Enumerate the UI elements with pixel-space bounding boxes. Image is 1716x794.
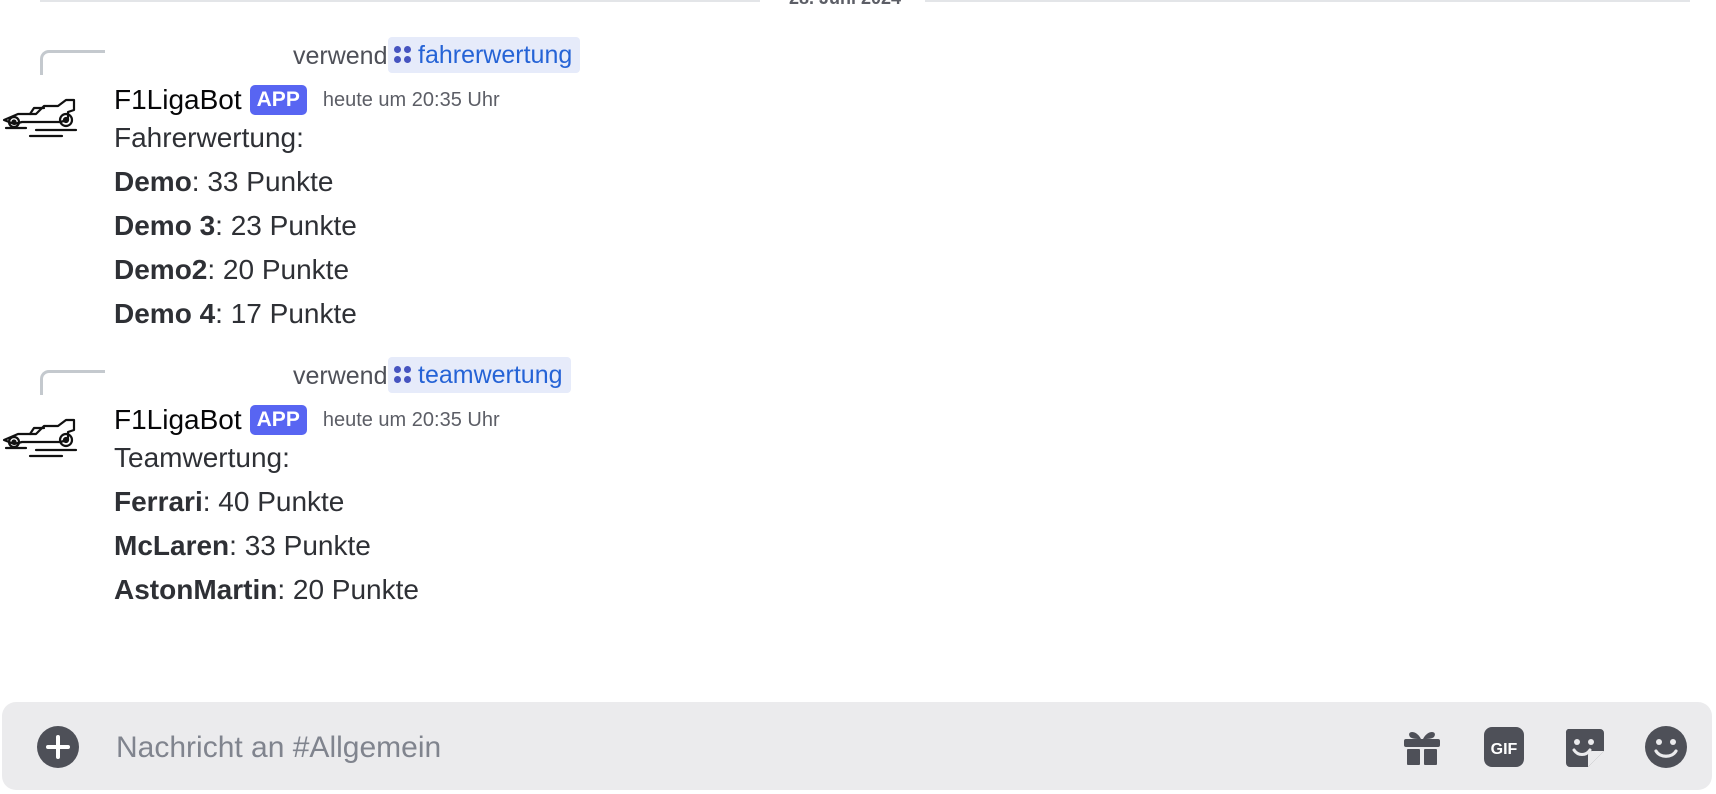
driver-points: : 20 Punkte [207, 254, 350, 285]
gift-icon[interactable] [1400, 725, 1444, 769]
divider-line-left [40, 0, 760, 2]
driver-points: : 23 Punkte [215, 210, 357, 241]
standings-title: Fahrerwertung: [114, 122, 304, 153]
standings-row: Demo: 33 Punkte [114, 160, 357, 204]
emoji-icon[interactable] [1644, 725, 1688, 769]
app-badge: APP [249, 85, 307, 115]
standings-row: Demo 4: 17 Punkte [114, 292, 357, 336]
standings-row: AstonMartin: 20 Punkte [114, 568, 419, 612]
message-content: Fahrerwertung: Demo: 33 Punkte Demo 3: 2… [114, 116, 357, 336]
standings-title: Teamwertung: [114, 442, 290, 473]
bot-username[interactable]: F1LigaBot [114, 84, 242, 116]
message-header: F1LigaBot APP heute um 20:35 Uhr [114, 80, 500, 120]
message-input[interactable] [114, 724, 1268, 772]
standings-row: Demo2: 20 Punkte [114, 248, 357, 292]
command-reply-context[interactable]: verwendet fahrerwertung [40, 34, 740, 78]
team-points: : 20 Punkte [277, 574, 419, 605]
team-name: Ferrari [114, 486, 203, 517]
reply-spine [40, 50, 105, 75]
message-timestamp[interactable]: heute um 20:35 Uhr [323, 89, 500, 112]
slash-command-icon [394, 366, 412, 384]
divider-line-right [925, 0, 1690, 2]
race-car-avatar-icon[interactable] [0, 96, 80, 144]
date-divider: 28. Juni 2024 [0, 0, 1690, 14]
slash-command-chip[interactable]: fahrerwertung [388, 37, 581, 73]
standings-row: Ferrari: 40 Punkte [114, 480, 419, 524]
bot-username[interactable]: F1LigaBot [114, 404, 242, 436]
team-name: AstonMartin [114, 574, 278, 605]
message-header: F1LigaBot APP heute um 20:35 Uhr [114, 400, 500, 440]
command-name: fahrerwertung [418, 41, 573, 69]
add-attachment-icon[interactable] [36, 725, 80, 769]
standings-row: Demo 3: 23 Punkte [114, 204, 357, 248]
driver-name: Demo2 [114, 254, 208, 285]
message-timestamp[interactable]: heute um 20:35 Uhr [323, 409, 500, 432]
slash-command-chip[interactable]: teamwertung [388, 357, 571, 393]
team-points: : 33 Punkte [229, 530, 371, 561]
app-badge: APP [249, 405, 307, 435]
slash-command-icon [394, 46, 412, 64]
command-reply-context[interactable]: verwendet teamwertung [40, 354, 740, 398]
message-composer: GIF [2, 702, 1712, 790]
sticker-icon[interactable] [1562, 725, 1606, 769]
gif-icon[interactable]: GIF [1482, 725, 1526, 769]
team-name: McLaren [114, 530, 230, 561]
driver-points: : 17 Punkte [215, 298, 357, 329]
race-car-avatar-icon[interactable] [0, 416, 80, 464]
redacted-username [114, 42, 290, 68]
redacted-username [114, 362, 290, 388]
driver-name: Demo 3 [114, 210, 216, 241]
command-name: teamwertung [418, 361, 563, 389]
date-divider-label: 28. Juni 2024 [770, 0, 920, 9]
team-points: : 40 Punkte [202, 486, 345, 517]
reply-spine [40, 370, 105, 395]
message-content: Teamwertung: Ferrari: 40 Punkte McLaren:… [114, 436, 419, 612]
gif-label: GIF [1491, 741, 1518, 758]
driver-name: Demo [114, 166, 192, 197]
driver-points: : 33 Punkte [191, 166, 334, 197]
standings-row: McLaren: 33 Punkte [114, 524, 419, 568]
driver-name: Demo 4 [114, 298, 216, 329]
